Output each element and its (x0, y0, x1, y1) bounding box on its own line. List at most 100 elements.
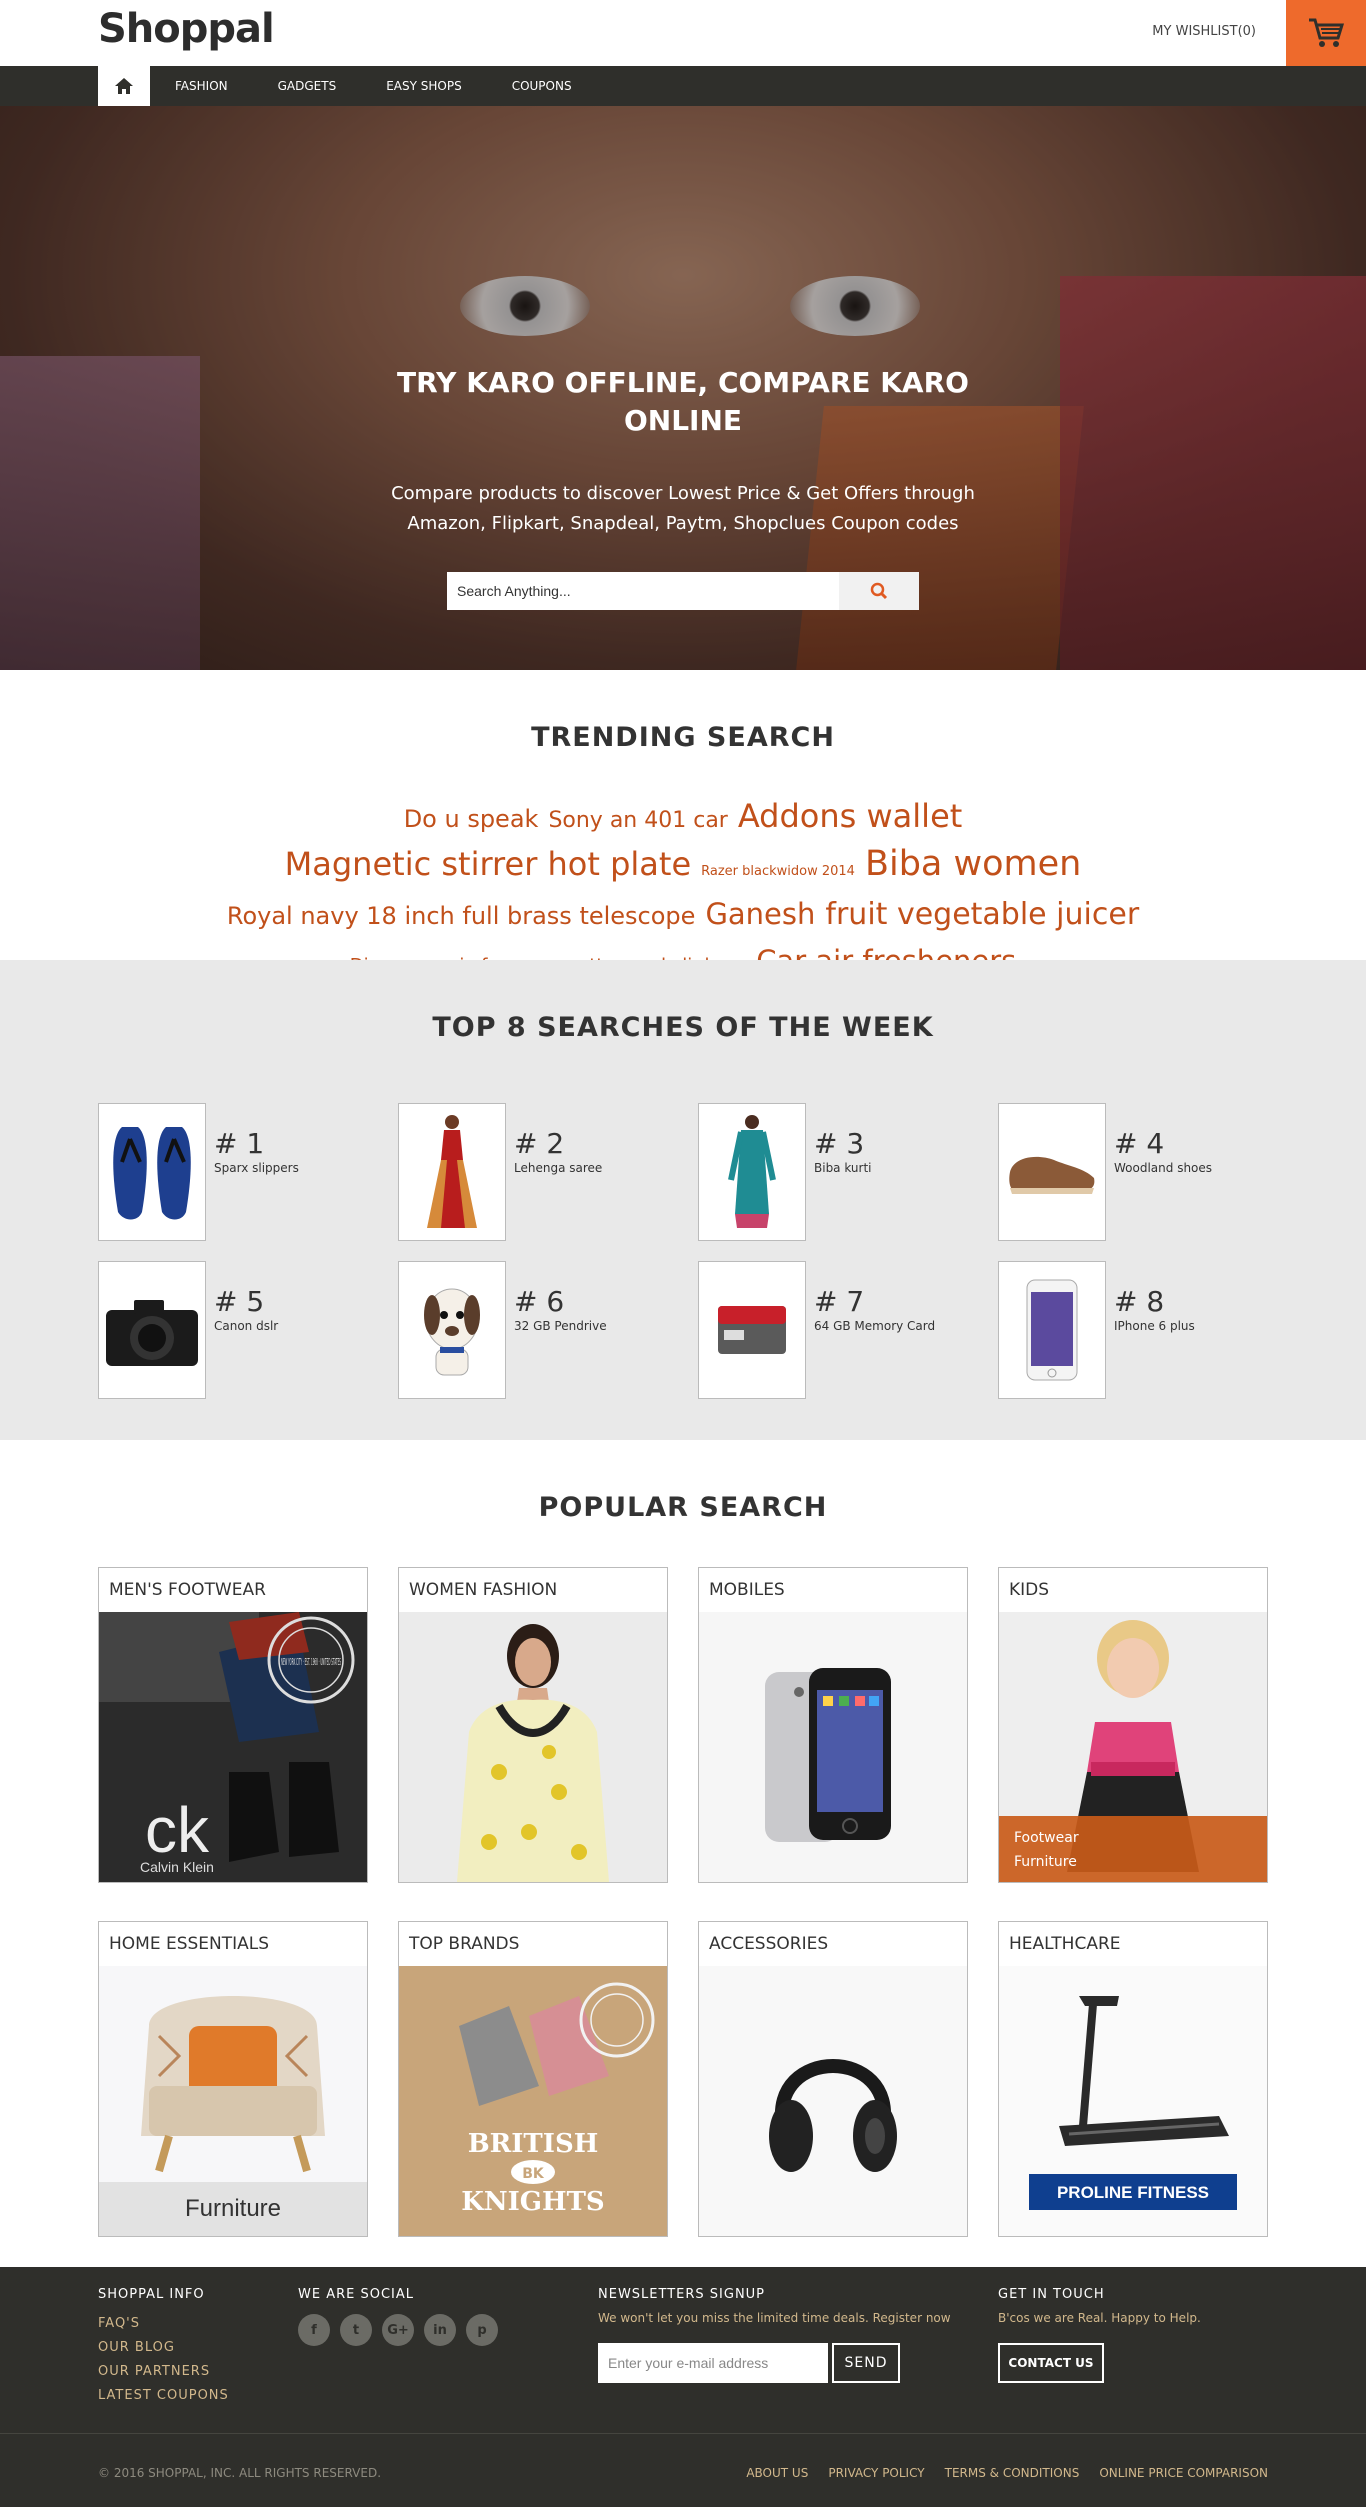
nav-item-coupons[interactable]: COUPONS (487, 66, 597, 106)
footer-link-blog[interactable]: OUR BLOG (98, 2336, 229, 2360)
link-privacy-policy[interactable]: PRIVACY POLICY (828, 2466, 924, 2480)
trending-tag[interactable]: Do u speak (404, 798, 539, 840)
product-thumb (698, 1103, 806, 1241)
nav-menu: FASHION GADGETS EASY SHOPS COUPONS (150, 66, 597, 106)
footer-social-title: WE ARE SOCIAL (298, 2287, 415, 2302)
trending-tag[interactable]: Royal navy 18 inch full brass telescope (227, 895, 696, 937)
shoe-icon (1009, 1156, 1095, 1194)
site-footer: SHOPPAL INFO FAQ'S OUR BLOG OUR PARTNERS… (0, 2267, 1366, 2433)
pinterest-icon[interactable]: p (466, 2314, 498, 2346)
wishlist-link[interactable]: MY WISHLIST(0) (1152, 24, 1256, 39)
popular-card-women-fashion[interactable]: WOMEN FASHION (398, 1567, 668, 1883)
link-price-comparison[interactable]: ONLINE PRICE COMPARISON (1099, 2466, 1268, 2480)
trending-tag[interactable]: Addons wallet (738, 795, 962, 837)
kids-link-footwear[interactable]: Footwear (1014, 1826, 1252, 1850)
site-logo[interactable]: Shoppal (98, 6, 275, 52)
popular-card-kids[interactable]: KIDS Footwear Furniture (998, 1567, 1268, 1883)
footer-info: SHOPPAL INFO FAQ'S OUR BLOG OUR PARTNERS… (98, 2287, 229, 2408)
pendrive-icon (424, 1288, 480, 1376)
product-thumb (398, 1261, 506, 1399)
newsletter-email-input[interactable] (598, 2343, 828, 2383)
top-item-5[interactable]: # 5 Canon dslr (98, 1261, 368, 1399)
trending-tag[interactable]: Sony an 401 car (548, 800, 727, 842)
main-nav: FASHION GADGETS EASY SHOPS COUPONS (0, 66, 1366, 106)
popular-section: POPULAR SEARCH MEN'S FOOTWEAR NEW YORK C… (0, 1440, 1366, 2267)
newsletter-send-button[interactable]: SEND (832, 2343, 900, 2383)
contact-text: B'cos we are Real. Happy to Help. (998, 2311, 1201, 2325)
card-image: PROLINE FITNESS (999, 1966, 1267, 2236)
product-name: Lehenga saree (514, 1161, 603, 1175)
hero-banner: TRY KARO OFFLINE, COMPARE KARO ONLINE Co… (0, 106, 1366, 670)
trending-tag[interactable]: Magnetic stirrer hot plate (285, 843, 692, 885)
stamp-text: NEW YORK CITY · EST. 1968 · UNITED STATE… (281, 1657, 341, 1668)
product-name: Woodland shoes (1114, 1161, 1213, 1175)
social-icons: f t G+ in p (298, 2314, 508, 2346)
newsletter-form: SEND (598, 2343, 951, 2383)
trending-tag[interactable]: Biba women (865, 843, 1081, 885)
cart-button[interactable] (1286, 0, 1366, 66)
card-title: TOP BRANDS (409, 1934, 520, 1954)
popular-card-mobiles[interactable]: MOBILES (698, 1567, 968, 1883)
nav-item-easy-shops[interactable]: EASY SHOPS (361, 66, 487, 106)
card-title: MEN'S FOOTWEAR (109, 1580, 266, 1600)
top-item-6[interactable]: # 6 32 GB Pendrive (398, 1261, 668, 1399)
top8-title: TOP 8 SEARCHES OF THE WEEK (432, 1012, 934, 1043)
top-item-3[interactable]: # 3 Biba kurti (698, 1103, 968, 1241)
trending-tag[interactable]: Ganesh (705, 893, 815, 935)
hero-subtitle: Compare products to discover Lowest Pric… (391, 483, 975, 534)
brand-line-1: BRITISH (468, 2129, 599, 2159)
search-input[interactable] (447, 572, 839, 610)
nav-item-fashion[interactable]: FASHION (150, 66, 253, 106)
contact-title: GET IN TOUCH (998, 2287, 1105, 2302)
top-item-8[interactable]: # 8 IPhone 6 plus (998, 1261, 1268, 1399)
product-thumb (998, 1103, 1106, 1241)
facebook-icon[interactable]: f (298, 2314, 330, 2346)
trending-tag[interactable]: Razer blackwidow 2014 (701, 851, 855, 893)
rank-label: # 7 (814, 1285, 865, 1318)
linkedin-icon[interactable]: in (424, 2314, 456, 2346)
footer-link-coupons[interactable]: LATEST COUPONS (98, 2384, 229, 2408)
slippers-icon (113, 1127, 191, 1220)
top-item-2[interactable]: # 2 Lehenga saree (398, 1103, 668, 1241)
contact-us-button[interactable]: CONTACT US (998, 2343, 1104, 2383)
popular-card-accessories[interactable]: ACCESSORIES (698, 1921, 968, 2237)
top-item-7[interactable]: # 7 64 GB Memory Card (698, 1261, 968, 1399)
search-button[interactable] (839, 572, 919, 610)
brand-badge: BK (522, 2166, 545, 2182)
card-title: ACCESSORIES (709, 1934, 829, 1954)
top-item-1[interactable]: # 1 Sparx slippers (98, 1103, 368, 1241)
popular-card-healthcare[interactable]: HEALTHCARE PROLINE FITNESS (998, 1921, 1268, 2237)
product-name: Biba kurti (814, 1161, 872, 1175)
trending-tag[interactable]: fruit vegetable juicer (825, 894, 1139, 936)
ck-logo-text: ck (145, 1794, 210, 1866)
link-about-us[interactable]: ABOUT US (746, 2466, 808, 2480)
headphones-image (769, 2059, 897, 2172)
ck-sub-text: Calvin Klein (140, 1859, 214, 1875)
nav-item-gadgets[interactable]: GADGETS (253, 66, 362, 106)
rank-label: # 1 (214, 1127, 265, 1160)
memory-card-icon (718, 1306, 786, 1354)
hero-title: TRY KARO OFFLINE, COMPARE KARO ONLINE (397, 366, 969, 437)
footer-bottom-bar: © 2016 SHOPPAL, INC. ALL RIGHTS RESERVED… (0, 2433, 1366, 2507)
footer-link-partners[interactable]: OUR PARTNERS (98, 2360, 229, 2384)
popular-card-top-brands[interactable]: TOP BRANDS BRITISH BK KNIGHTS (398, 1921, 668, 2237)
search-icon (870, 582, 888, 600)
popular-card-mens-footwear[interactable]: MEN'S FOOTWEAR NEW YORK CITY · EST. 1968… (98, 1567, 368, 1883)
twitter-icon[interactable]: t (340, 2314, 372, 2346)
newsletter-title: NEWSLETTERS SIGNUP (598, 2287, 766, 2302)
top-item-4[interactable]: # 4 Woodland shoes (998, 1103, 1268, 1241)
kids-link-furniture[interactable]: Furniture (1014, 1850, 1252, 1874)
product-thumb (98, 1261, 206, 1399)
saree-icon (427, 1115, 477, 1228)
card-image: NEW YORK CITY · EST. 1968 · UNITED STATE… (99, 1612, 367, 1882)
card-title: HEALTHCARE (1009, 1934, 1121, 1954)
link-terms[interactable]: TERMS & CONDITIONS (945, 2466, 1080, 2480)
popular-card-home-essentials[interactable]: HOME ESSENTIALS Furniture (98, 1921, 368, 2237)
home-button[interactable] (98, 66, 150, 106)
footer-social: WE ARE SOCIAL f t G+ in p (298, 2287, 508, 2346)
google-plus-icon[interactable]: G+ (382, 2314, 414, 2346)
copyright-text: © 2016 SHOPPAL, INC. ALL RIGHTS RESERVED… (98, 2466, 382, 2480)
product-name: Sparx slippers (214, 1161, 299, 1175)
footer-link-faqs[interactable]: FAQ'S (98, 2312, 229, 2336)
trending-tags: Do u speak Sony an 401 car Addons wallet Ma… (210, 795, 1156, 987)
